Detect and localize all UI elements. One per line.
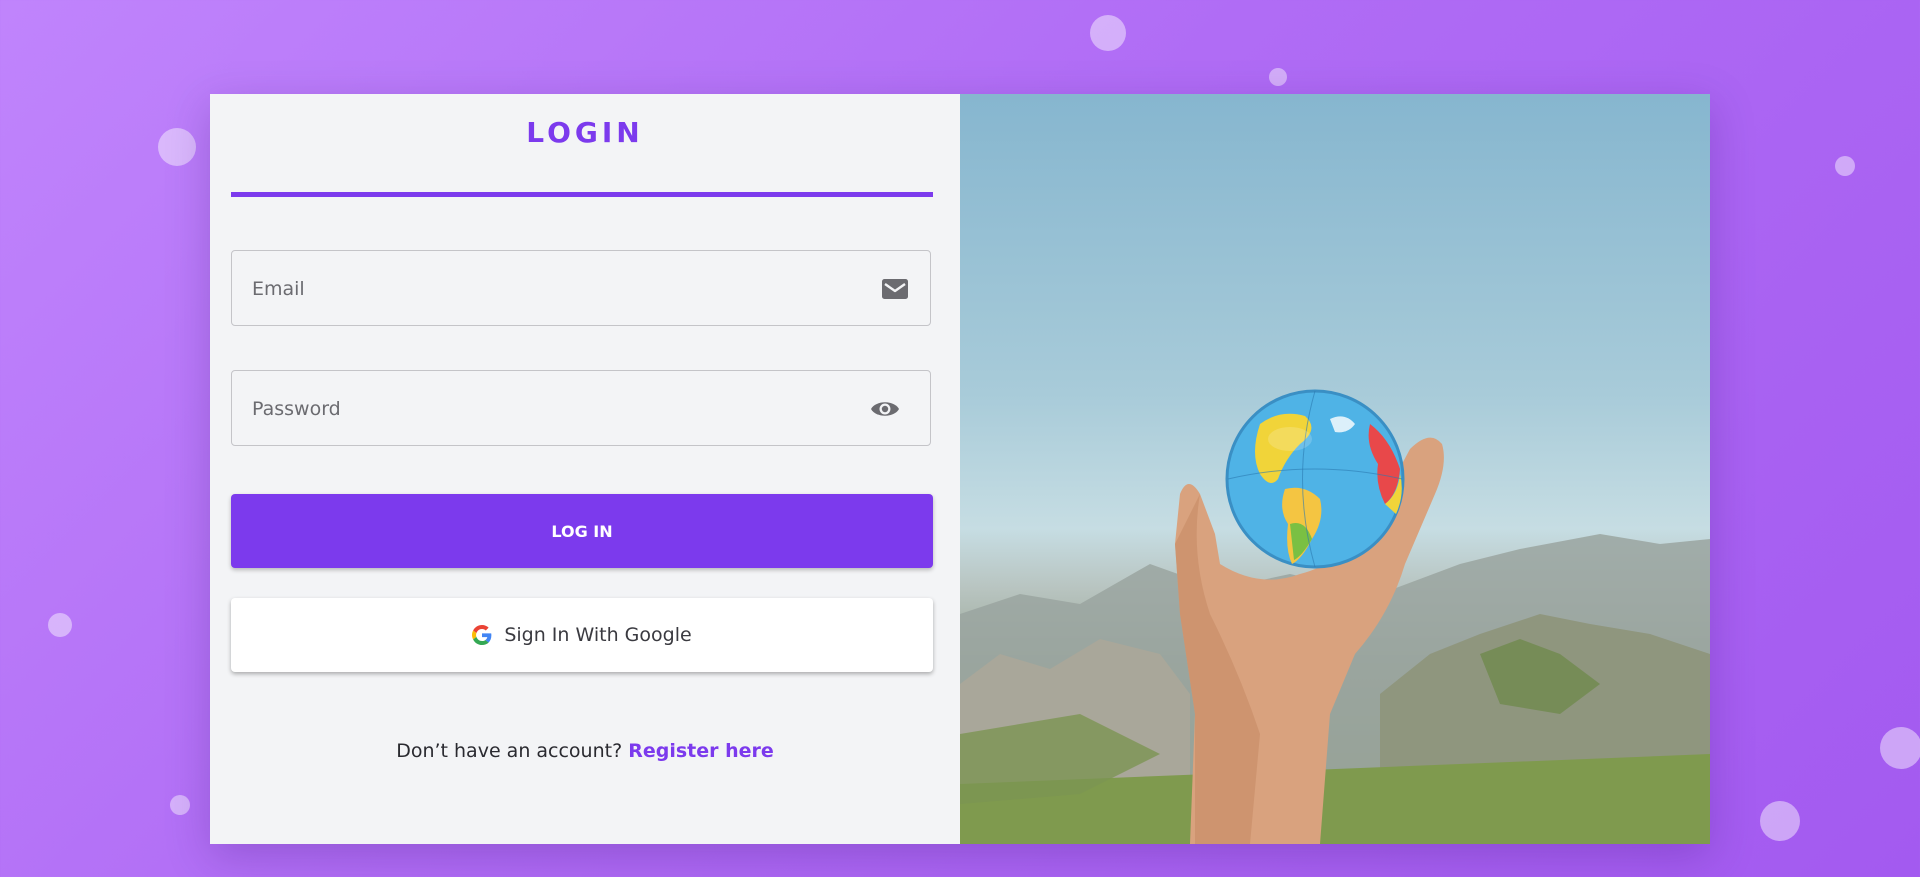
register-prompt: Don’t have an account? Register here (210, 740, 960, 762)
background-bubble (170, 795, 190, 815)
background-bubble (1880, 727, 1920, 769)
email-field[interactable] (231, 250, 931, 327)
register-prompt-text: Don’t have an account? (396, 740, 623, 762)
page-title: LOGIN (526, 116, 644, 149)
login-card: LOGIN LOG IN (210, 94, 1710, 844)
background-bubble (1835, 156, 1855, 176)
google-icon (472, 625, 492, 645)
background-bubble (48, 613, 72, 637)
google-button-label: Sign In With Google (504, 624, 692, 646)
title-underline (231, 192, 933, 197)
background-bubble (1090, 15, 1126, 51)
password-field[interactable] (231, 370, 931, 447)
hand-holding-globe-photo (960, 389, 1710, 844)
email-input[interactable] (252, 251, 852, 327)
hero-image (960, 94, 1710, 844)
login-button[interactable]: LOG IN (231, 494, 933, 568)
register-link[interactable]: Register here (628, 740, 774, 762)
google-sign-in-button[interactable]: Sign In With Google (231, 598, 933, 672)
eye-icon[interactable] (870, 395, 900, 423)
background-bubble (1760, 801, 1800, 841)
background-bubble (158, 128, 196, 166)
login-form-panel: LOGIN LOG IN (210, 94, 960, 844)
mail-icon (880, 275, 910, 303)
password-input[interactable] (252, 371, 852, 447)
background-bubble (1269, 68, 1287, 86)
